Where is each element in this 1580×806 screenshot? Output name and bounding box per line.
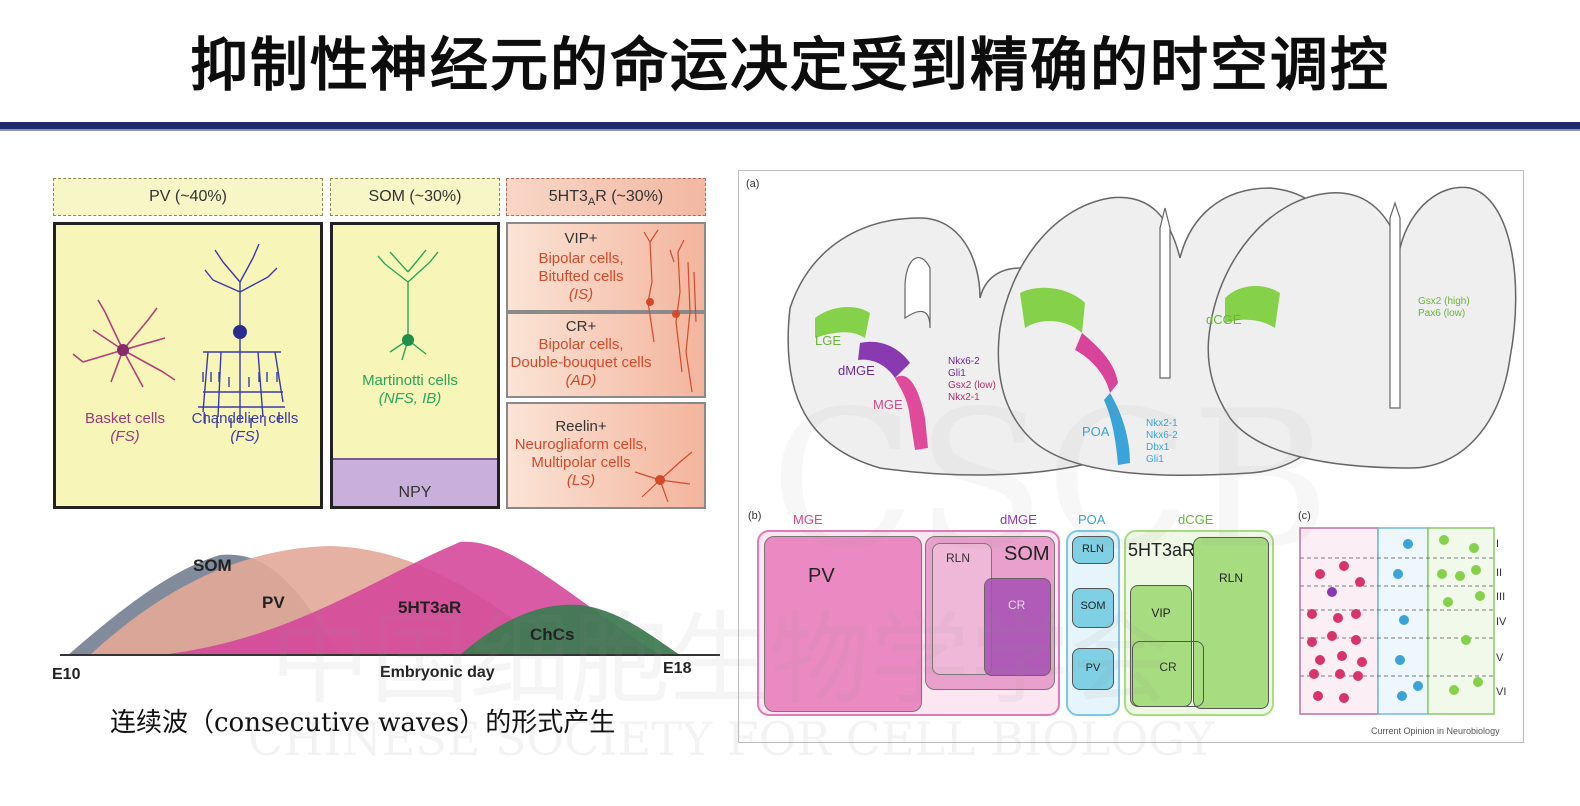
- layer-ii: II: [1496, 567, 1503, 579]
- basket-cells-label: Basket cells: [84, 410, 166, 427]
- watermark-cn: 中国细胞生物学学会: [270, 601, 1170, 718]
- htr-neurons-svg: [634, 229, 697, 503]
- panel-a-label: (a): [746, 178, 760, 190]
- axis-start-label: E10: [52, 666, 81, 683]
- cge-layer-column: [1427, 527, 1495, 715]
- som-wave-label: SOM: [193, 556, 232, 575]
- martinotti-cell-svg: [377, 249, 439, 361]
- martinotti-type: (NFS, IB): [378, 390, 442, 407]
- basket-cells-type: (FS): [110, 428, 140, 445]
- title-rule-thin: [0, 129, 1580, 131]
- htr-header-label: 5HT3AR (~30%): [506, 188, 706, 208]
- basket-cell-icon: [72, 299, 176, 388]
- title-rule: [0, 122, 1580, 129]
- chandelier-cell-icon: [198, 243, 285, 428]
- layer-v: V: [1496, 652, 1504, 664]
- lge-label: LGE: [815, 333, 842, 348]
- npy-label: NPY: [398, 484, 432, 501]
- panel-b-label: (b): [748, 510, 762, 522]
- chandelier-cells-label: Chandelier cells: [191, 410, 299, 427]
- credit-text: Current Opinion in Neurobiology: [1371, 726, 1500, 736]
- layer-iv: IV: [1496, 616, 1507, 628]
- dcge-label: dCGE: [1206, 312, 1242, 327]
- som-header-label: SOM (~30%): [368, 188, 462, 205]
- s3-gene-1: Gsx2 (high): [1418, 296, 1470, 307]
- page-title: 抑制性神经元的命运决定受到精确的时空调控: [189, 31, 1390, 99]
- martinotti-label: Martinotti cells: [362, 372, 458, 389]
- chandelier-cells-type: (FS): [230, 428, 260, 445]
- layer-i: I: [1496, 538, 1500, 550]
- htr-header-post: R (~30%): [595, 188, 664, 205]
- s3-gene-2: Pax6 (low): [1418, 308, 1466, 319]
- layer-iii: III: [1496, 591, 1506, 603]
- pv-header-label: PV (~40%): [149, 188, 227, 205]
- layer-vi: VI: [1496, 686, 1507, 698]
- multipolar-cell-icon: [634, 451, 693, 503]
- watermark-logo: CSCB: [770, 370, 1331, 591]
- pv-neurons-svg: [72, 243, 285, 428]
- martinotti-cell-icon: [377, 249, 439, 361]
- htr-header-pre: 5HT3: [548, 188, 588, 205]
- bipolar-cell-icon: [643, 229, 697, 393]
- watermark-en: CHINESE SOCIETY FOR CELL BIOLOGY: [248, 712, 1215, 766]
- s1-gene-1: Nkx6-2: [948, 356, 980, 367]
